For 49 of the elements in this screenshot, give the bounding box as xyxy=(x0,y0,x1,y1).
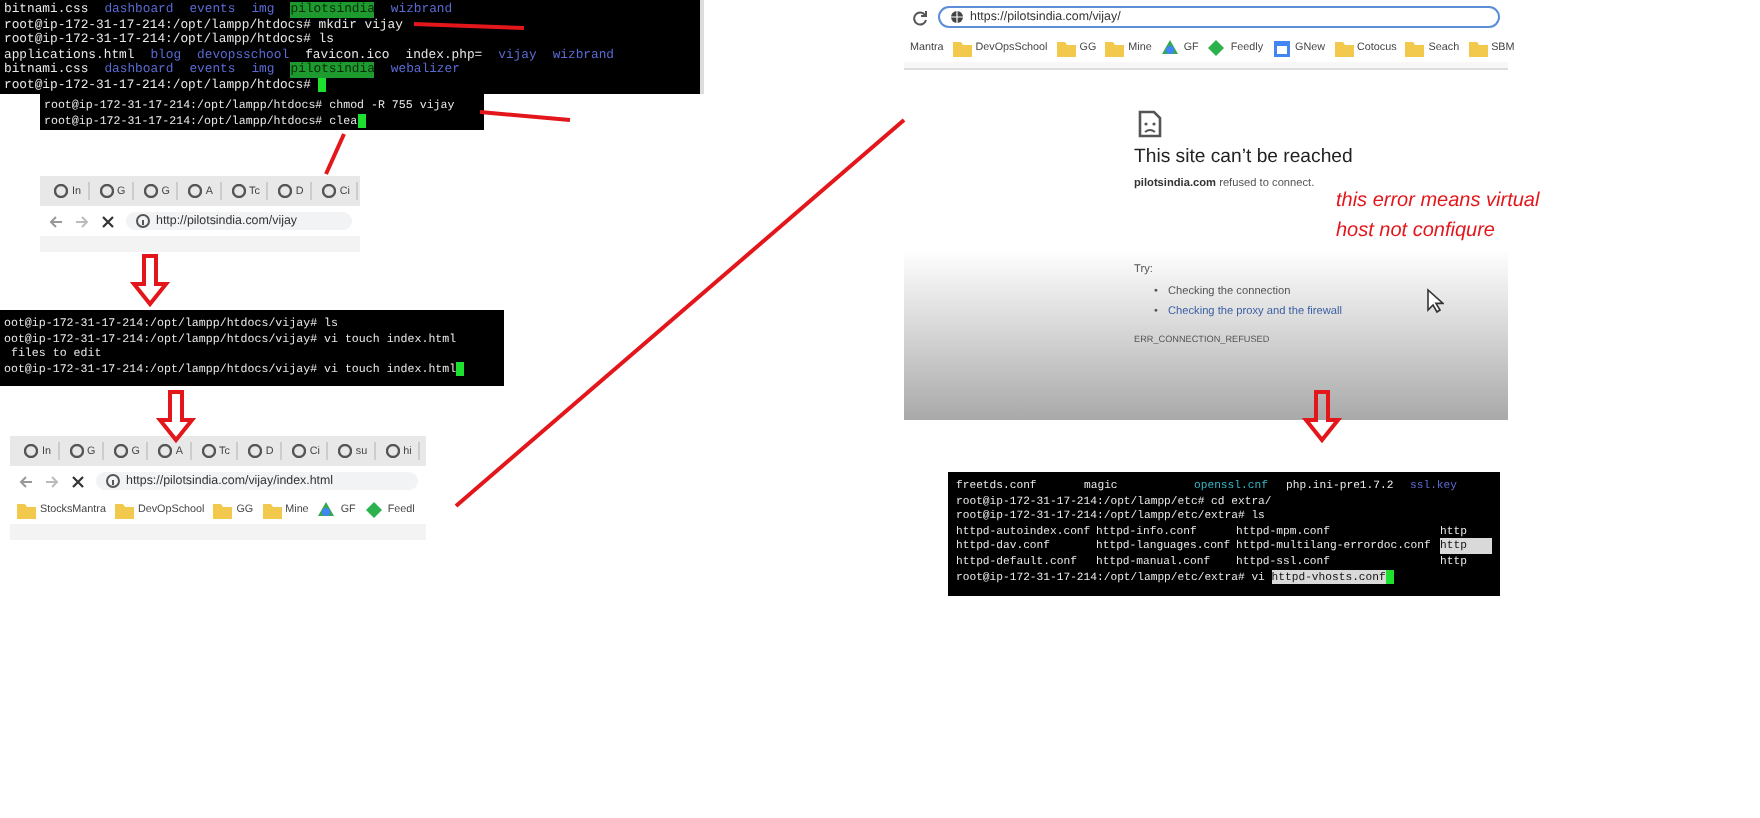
favicon-icon xyxy=(291,444,306,458)
error-title: This site can’t be reached xyxy=(1134,146,1355,168)
favicon-icon xyxy=(99,184,113,198)
info-icon xyxy=(136,214,150,228)
favicon-icon xyxy=(187,184,202,198)
favicon-icon xyxy=(231,184,246,198)
bookmark-icon xyxy=(363,500,384,520)
favicon-icon xyxy=(157,444,172,458)
down-arrow-icon xyxy=(155,390,197,444)
favicon-icon xyxy=(385,444,400,458)
close-icon xyxy=(100,213,116,229)
folder-icon xyxy=(261,500,282,520)
annotation-stroke xyxy=(324,133,346,175)
folder-icon xyxy=(16,500,36,520)
bookmark-icon xyxy=(1206,38,1227,58)
annotation-text: this error means virtual host not confiqure xyxy=(1336,188,1540,246)
info-icon xyxy=(106,474,120,488)
sad-page-icon xyxy=(1138,110,1162,138)
folder-icon xyxy=(1467,38,1488,58)
folder-icon xyxy=(212,500,233,520)
close-icon xyxy=(70,473,86,489)
favicon-icon xyxy=(277,184,292,198)
forward-arrow-icon xyxy=(44,473,60,489)
favicon-icon xyxy=(24,444,38,458)
favicon-icon xyxy=(321,184,336,198)
reload-icon xyxy=(912,9,928,25)
annotation-stroke xyxy=(413,22,525,30)
favicon-icon xyxy=(113,444,128,458)
favicon-icon xyxy=(247,444,262,458)
favicon-icon xyxy=(143,184,158,198)
folder-icon xyxy=(113,500,134,520)
folder-icon xyxy=(1404,38,1425,58)
down-arrow-icon xyxy=(129,254,171,308)
bookmark-icon xyxy=(1159,38,1180,58)
folder-icon xyxy=(1333,38,1353,58)
globe-icon xyxy=(950,10,964,24)
back-arrow-icon xyxy=(18,473,34,489)
favicon-icon xyxy=(69,444,83,458)
folder-icon xyxy=(1104,38,1125,58)
favicon-icon xyxy=(201,444,216,458)
back-arrow-icon xyxy=(48,213,64,229)
down-arrow-icon xyxy=(1301,390,1343,444)
mouse-pointer-icon xyxy=(1426,288,1444,314)
forward-arrow-icon xyxy=(74,213,90,229)
folder-icon xyxy=(1055,38,1076,58)
folder-icon xyxy=(951,38,972,58)
favicon-icon xyxy=(337,444,352,458)
favicon-icon xyxy=(54,184,68,198)
bookmark-icon xyxy=(316,500,337,520)
